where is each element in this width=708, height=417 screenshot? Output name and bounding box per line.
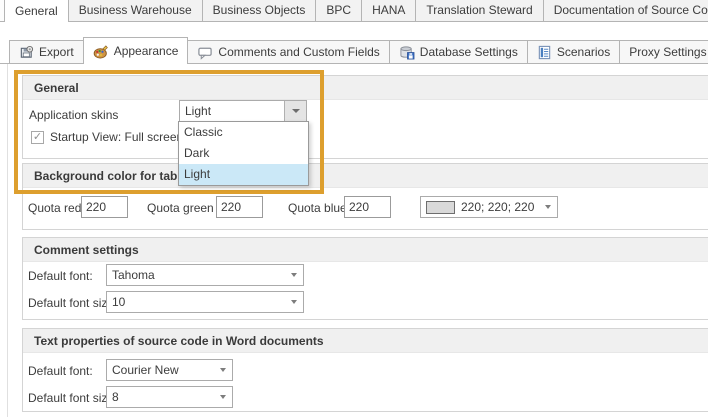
group-background-title: Background color for tables [23,164,708,188]
database-icon [399,45,415,60]
tab-appearance-label: Appearance [114,44,179,58]
word-font-size-label: Default font size: [28,390,117,406]
table-color-value: 220; 220; 220 [461,197,539,217]
tab-export[interactable]: Export [9,40,84,63]
scenarios-icon [537,45,552,60]
comment-font-size-value: 10 [107,292,285,312]
application-skins-dropdown-list: Classic Dark Light [178,121,309,186]
comment-font-value: Tahoma [107,265,285,285]
quota-blue-input[interactable] [344,196,391,218]
dropdown-option-dark[interactable]: Dark [179,143,308,164]
chevron-down-icon[interactable] [214,395,232,399]
comment-font-combo[interactable]: Tahoma [106,264,304,286]
quota-red-label: Quota red [28,200,81,216]
comments-icon [197,45,213,60]
chevron-down-icon[interactable] [285,300,303,304]
tab-comments-and-custom-fields[interactable]: Comments and Custom Fields [187,40,389,63]
tab-export-label: Export [39,45,74,59]
comment-font-size-combo[interactable]: 10 [106,291,304,313]
chevron-down-icon[interactable] [539,205,557,209]
quota-green-label: Quota green [147,200,214,216]
export-icon [19,45,34,60]
dropdown-option-classic[interactable]: Classic [179,122,308,143]
group-word-title: Text properties of source code in Word d… [23,329,708,353]
word-font-size-value: 8 [107,387,214,407]
chevron-down-icon[interactable] [284,101,306,121]
startup-fullscreen-label: Startup View: Full screen [50,130,183,144]
checkbox-checked-icon[interactable]: ✓ [31,131,44,144]
word-font-combo[interactable]: Courier New [106,359,233,381]
tab-scenarios[interactable]: Scenarios [527,40,620,63]
tab-business-warehouse[interactable]: Business Warehouse [68,0,203,21]
secondary-tab-bar: Export Appearance Comments and Custom Fi… [0,38,708,64]
quota-red-input[interactable] [81,196,128,218]
group-background-color: Background color for tables Quota red Qu… [22,163,708,230]
application-skins-value: Light [180,101,284,121]
group-comment-settings: Comment settings Default font: Tahoma De… [22,237,708,320]
word-font-value: Courier New [107,360,214,380]
tab-database-settings[interactable]: Database Settings [389,40,528,63]
tab-business-objects[interactable]: Business Objects [202,0,317,21]
tab-scenarios-label: Scenarios [557,45,610,59]
word-font-size-combo[interactable]: 8 [106,386,233,408]
group-general-title: General [23,76,708,100]
comment-font-size-label: Default font size: [28,295,117,311]
tab-proxy-settings-label: Proxy Settings [629,45,706,59]
tab-comments-label: Comments and Custom Fields [218,45,379,59]
dropdown-option-light[interactable]: Light [179,164,308,185]
tab-bpc[interactable]: BPC [315,0,362,21]
color-swatch [426,201,455,214]
tab-hana[interactable]: HANA [361,0,416,21]
tab-page-left-border [7,64,8,417]
chevron-down-icon[interactable] [285,273,303,277]
chevron-down-icon[interactable] [214,368,232,372]
tab-database-settings-label: Database Settings [420,45,518,59]
comment-font-label: Default font: [28,268,93,284]
tab-documentation-of-source-code[interactable]: Documentation of Source Code [543,0,708,21]
group-word-text-properties: Text properties of source code in Word d… [22,328,708,412]
quota-blue-label: Quota blue [288,200,347,216]
word-font-label: Default font: [28,363,93,379]
primary-tab-bar: General Business Warehouse Business Obje… [0,0,708,22]
table-color-combo[interactable]: 220; 220; 220 [420,196,558,218]
quota-green-input[interactable] [216,196,263,218]
tab-appearance[interactable]: Appearance [83,37,189,64]
appearance-icon [93,44,109,59]
application-skins-combo[interactable]: Light [179,100,307,122]
application-skins-label: Application skins [29,107,118,123]
tab-general[interactable]: General [4,0,69,22]
startup-fullscreen-checkbox-row[interactable]: ✓ Startup View: Full screen [31,130,183,144]
tab-translation-steward[interactable]: Translation Steward [415,0,543,21]
group-comment-title: Comment settings [23,238,708,262]
group-general: General Application skins Light ✓ Startu… [22,75,708,159]
tab-proxy-settings[interactable]: Proxy Settings [619,40,708,63]
